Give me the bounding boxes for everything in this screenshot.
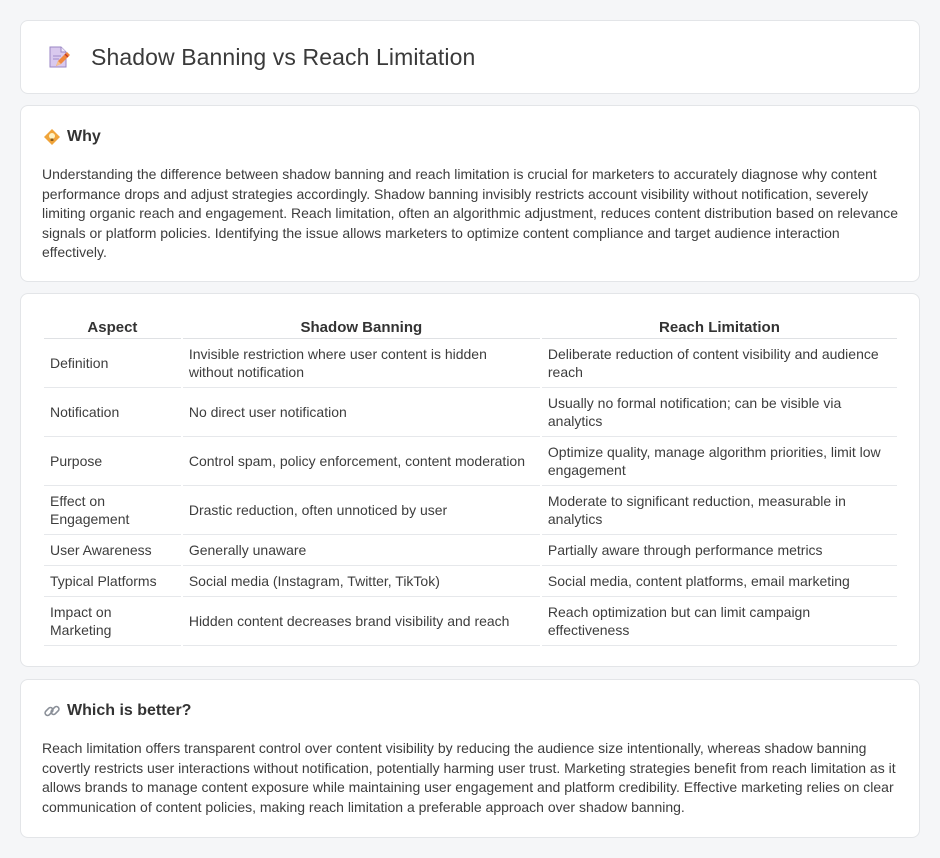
- table-row: Purpose Control spam, policy enforcement…: [44, 437, 897, 486]
- which-heading-row: Which is better?: [43, 702, 191, 720]
- table-row: Impact on Marketing Hidden content decre…: [44, 597, 897, 646]
- aspect-cell: Notification: [44, 388, 181, 437]
- table-row: Typical Platforms Social media (Instagra…: [44, 566, 897, 597]
- which-text: Reach limitation offers transparent cont…: [42, 740, 896, 815]
- shadow-banning-cell: No direct user notification: [182, 388, 540, 437]
- header-aspect: Aspect: [44, 314, 181, 339]
- shadow-banning-cell: Hidden content decreases brand visibilit…: [182, 597, 540, 646]
- shadow-banning-cell: Generally unaware: [182, 535, 540, 566]
- reach-limitation-cell: Optimize quality, manage algorithm prior…: [541, 437, 897, 486]
- which-card: Which is better? Reach limitation offers…: [20, 679, 920, 838]
- aspect-cell: Impact on Marketing: [44, 597, 181, 646]
- shadow-banning-cell: Invisible restriction where user content…: [182, 339, 540, 388]
- page-title: Shadow Banning vs Reach Limitation: [91, 43, 476, 70]
- why-heading: Why: [67, 128, 101, 145]
- reach-limitation-cell: Usually no formal notification; can be v…: [541, 388, 897, 437]
- link-icon: [44, 705, 60, 717]
- table-row: User Awareness Generally unaware Partial…: [44, 535, 897, 566]
- why-text: Understanding the difference between sha…: [42, 166, 899, 261]
- aspect-cell: Effect on Engagement: [44, 486, 181, 535]
- shadow-banning-cell: Social media (Instagram, Twitter, TikTok…: [182, 566, 540, 597]
- shadow-banning-cell: Drastic reduction, often unnoticed by us…: [182, 486, 540, 535]
- table-header-row: Aspect Shadow Banning Reach Limitation: [44, 314, 897, 339]
- reach-limitation-cell: Social media, content platforms, email m…: [541, 566, 897, 597]
- diamond-bulb-icon: [44, 129, 60, 145]
- comparison-card: Aspect Shadow Banning Reach Limitation D…: [20, 293, 920, 667]
- aspect-cell: Typical Platforms: [44, 566, 181, 597]
- reach-limitation-cell: Deliberate reduction of content visibili…: [541, 339, 897, 388]
- title-card: Shadow Banning vs Reach Limitation: [20, 20, 920, 94]
- header-shadow-banning: Shadow Banning: [182, 314, 540, 339]
- reach-limitation-cell: Moderate to significant reduction, measu…: [541, 486, 897, 535]
- why-card: Why Understanding the difference between…: [20, 105, 920, 282]
- why-heading-row: Why: [43, 128, 101, 146]
- aspect-cell: Definition: [44, 339, 181, 388]
- page: Shadow Banning vs Reach Limitation Why U…: [0, 0, 940, 858]
- shadow-banning-cell: Control spam, policy enforcement, conten…: [182, 437, 540, 486]
- reach-limitation-cell: Partially aware through performance metr…: [541, 535, 897, 566]
- table-row: Notification No direct user notification…: [44, 388, 897, 437]
- reach-limitation-cell: Reach optimization but can limit campaig…: [541, 597, 897, 646]
- header-reach-limitation: Reach Limitation: [541, 314, 897, 339]
- aspect-cell: Purpose: [44, 437, 181, 486]
- aspect-cell: User Awareness: [44, 535, 181, 566]
- which-heading: Which is better?: [67, 702, 192, 719]
- table-row: Effect on Engagement Drastic reduction, …: [44, 486, 897, 535]
- comparison-table: Aspect Shadow Banning Reach Limitation D…: [42, 314, 899, 646]
- document-pencil-icon: [49, 46, 70, 68]
- table-row: Definition Invisible restriction where u…: [44, 339, 897, 388]
